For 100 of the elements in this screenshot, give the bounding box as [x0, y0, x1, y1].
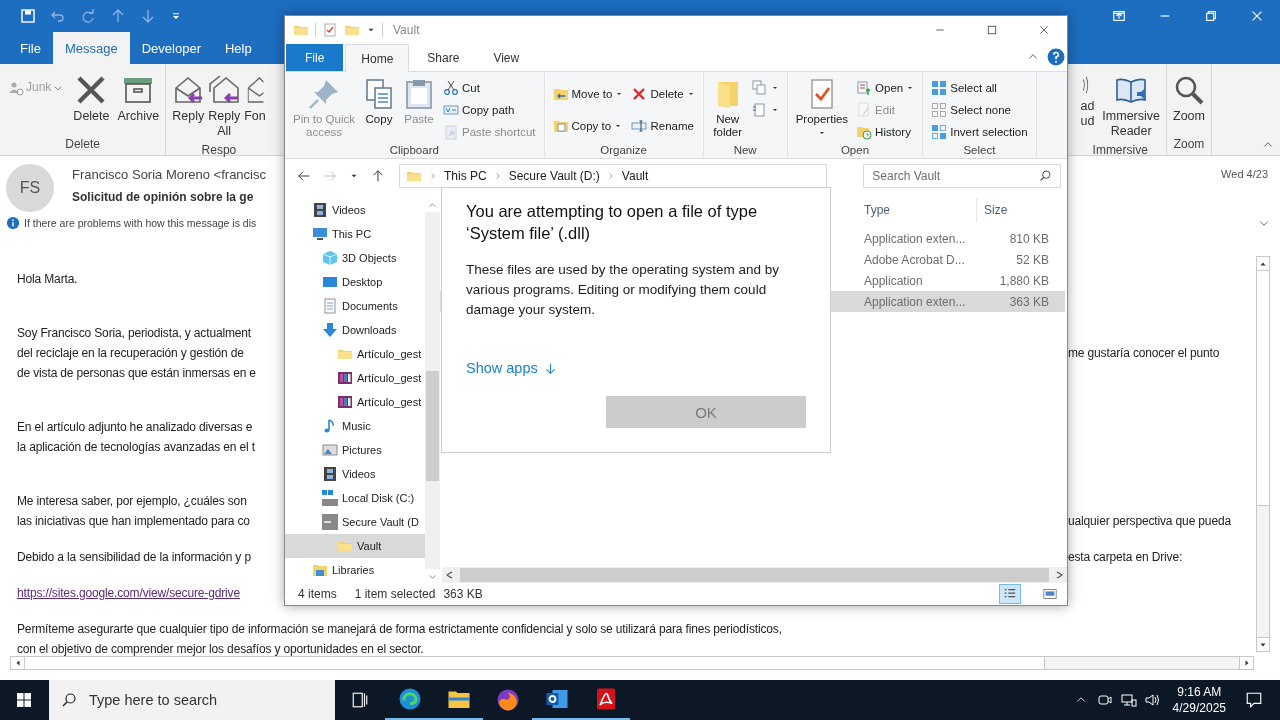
status-text: 363 KB: [443, 587, 483, 601]
ribbon-button[interactable]: Reply All: [206, 70, 243, 143]
tree-item[interactable]: Desktop: [285, 270, 425, 294]
breadcrumb[interactable]: This PC: [444, 168, 487, 183]
ribbon-button[interactable]: Copy path: [441, 100, 538, 120]
person-block-icon: [8, 80, 24, 96]
tree-item[interactable]: Vault: [285, 534, 425, 558]
ribbon-tab[interactable]: Message: [52, 32, 130, 64]
ribbon-button[interactable]: Cut: [441, 78, 538, 98]
ribbon-button[interactable]: Fon: [242, 70, 268, 143]
table-cell-text: 52 KB: [1015, 252, 1050, 267]
ribbon-button[interactable]: Open: [854, 78, 917, 98]
ribbon-button[interactable]: Select none: [929, 100, 1030, 120]
up-arrow-icon[interactable]: [110, 8, 126, 24]
body-text: me gustaría conocer el punto: [1068, 346, 1221, 360]
show-apps-link[interactable]: Show apps: [466, 360, 557, 376]
envelope-icon: [245, 74, 264, 106]
camera-icon: [1096, 692, 1113, 708]
pin-icon: [308, 78, 340, 110]
ribbon-button[interactable]: Rename: [629, 116, 697, 136]
scrollbar-thumb[interactable]: [426, 371, 439, 481]
ribbon-tab[interactable]: View: [477, 44, 536, 71]
tree-item[interactable]: Artículo_gest: [285, 390, 425, 414]
ribbon-tab[interactable]: Share: [411, 44, 476, 71]
scrollbar-thumb[interactable]: [25, 657, 1045, 669]
ribbon-button[interactable]: Copy: [361, 76, 397, 128]
tree-item[interactable]: 3D Objects: [285, 246, 425, 270]
ribbon-button[interactable]: Select all: [929, 78, 1030, 98]
ribbon-button[interactable]: Move to: [550, 84, 626, 104]
scrollbar-thumb[interactable]: [460, 568, 1049, 582]
ribbon-button[interactable]: Reply: [170, 70, 207, 143]
dialog-title: You are attempting to open a file of type ‘System file’ (.dll): [466, 201, 759, 244]
help-icon[interactable]: [1047, 48, 1065, 66]
ribbon-tab[interactable]: Help: [212, 32, 264, 64]
tree-item[interactable]: Secure Vault (D: [285, 510, 425, 534]
ribbon-button[interactable]: Delete: [71, 70, 112, 137]
search-icon: [61, 692, 77, 708]
ribbon-button[interactable]: Copy to: [550, 116, 626, 136]
table-cell-text: Application exten...: [863, 231, 967, 246]
tree-item[interactable]: Pictures: [285, 438, 425, 462]
group-label: Clipboard: [389, 144, 439, 156]
avatar: FS: [6, 164, 54, 212]
ribbon-tab[interactable]: Developer: [129, 32, 213, 64]
link[interactable]: https://sites.google.com/view/secure-gdrive: [17, 586, 240, 600]
info-text: If there are problems with how this message is dis: [24, 217, 257, 229]
books-icon: [337, 394, 353, 410]
breadcrumb[interactable]: Vault: [621, 168, 649, 183]
search-field[interactable]: Search Vault: [863, 163, 1061, 188]
ribbon-button[interactable]: Immersive Reader: [1100, 70, 1162, 143]
ribbon-tab[interactable]: File: [8, 32, 53, 64]
ribbon-button[interactable]: Zoom: [1171, 70, 1207, 137]
folder-documents-icon: [552, 118, 569, 134]
up-arrow-icon[interactable]: [371, 168, 385, 183]
column-header[interactable]: Type: [857, 198, 977, 222]
vertical-scrollbar[interactable]: [1256, 256, 1270, 652]
ribbon-button[interactable]: History: [854, 122, 917, 142]
body-text: En el artículo adjunto he analizado diversas e: [17, 420, 253, 434]
save-icon[interactable]: [20, 8, 36, 24]
ribbon-button[interactable]: ad ud: [1078, 70, 1097, 143]
file-menu-button[interactable]: File: [286, 44, 344, 71]
horizontal-scrollbar[interactable]: [10, 656, 1254, 670]
clock[interactable]: 9:16 AM 4/29/2025: [1164, 684, 1234, 716]
tree-item[interactable]: Libraries: [285, 558, 425, 582]
down-arrow-icon[interactable]: [140, 8, 156, 24]
cross-icon: [75, 74, 108, 106]
tree-item[interactable]: Videos: [285, 462, 425, 486]
customize-icon[interactable]: [170, 10, 182, 22]
tree-item[interactable]: Music: [285, 414, 425, 438]
tree-item[interactable]: Videos: [285, 198, 425, 222]
desktop-icon: [322, 274, 338, 290]
table-cell-text: Application: [863, 273, 924, 288]
tree-item[interactable]: Documents: [285, 294, 425, 318]
ribbon-tab[interactable]: Home: [345, 44, 410, 72]
caret-icon: [614, 122, 623, 130]
redo-icon[interactable]: [80, 8, 96, 24]
ribbon-button[interactable]: Invert selection: [929, 122, 1030, 142]
status-text: 4 items: [298, 587, 337, 601]
scrollbar-thumb[interactable]: [1257, 271, 1269, 506]
ribbon-button[interactable]: New folder: [709, 76, 746, 141]
tree-item[interactable]: This PC: [285, 222, 425, 246]
ribbon-button[interactable]: Properties: [793, 76, 851, 139]
search-field[interactable]: Type here to search: [49, 680, 335, 720]
column-header[interactable]: Size: [977, 198, 1057, 222]
tree-item[interactable]: Artículo_gest: [285, 342, 425, 366]
breadcrumb[interactable]: Secure Vault (D:): [508, 168, 600, 183]
tree-item[interactable]: Local Disk (C:): [285, 486, 425, 510]
document-check-icon[interactable]: [322, 21, 338, 38]
back-arrow-icon[interactable]: [297, 168, 311, 183]
body-text: Soy Francisco Soria, periodista, y actualment: [17, 326, 252, 340]
tree-item[interactable]: Artículo_gest: [285, 366, 425, 390]
windows-logo-icon: [16, 692, 32, 708]
group-label: Zoom: [1173, 137, 1205, 151]
ribbon-button[interactable]: Delete: [629, 84, 697, 104]
ribbon-button[interactable]: Archive: [115, 70, 162, 137]
mail-app-icon: [544, 687, 569, 711]
horizontal-scrollbar[interactable]: [442, 567, 1067, 583]
notification-icon: [1245, 691, 1263, 709]
tree-item[interactable]: Downloads: [285, 318, 425, 342]
envelopes-arrow-icon: [208, 74, 241, 106]
view-button[interactable]: [999, 584, 1021, 604]
